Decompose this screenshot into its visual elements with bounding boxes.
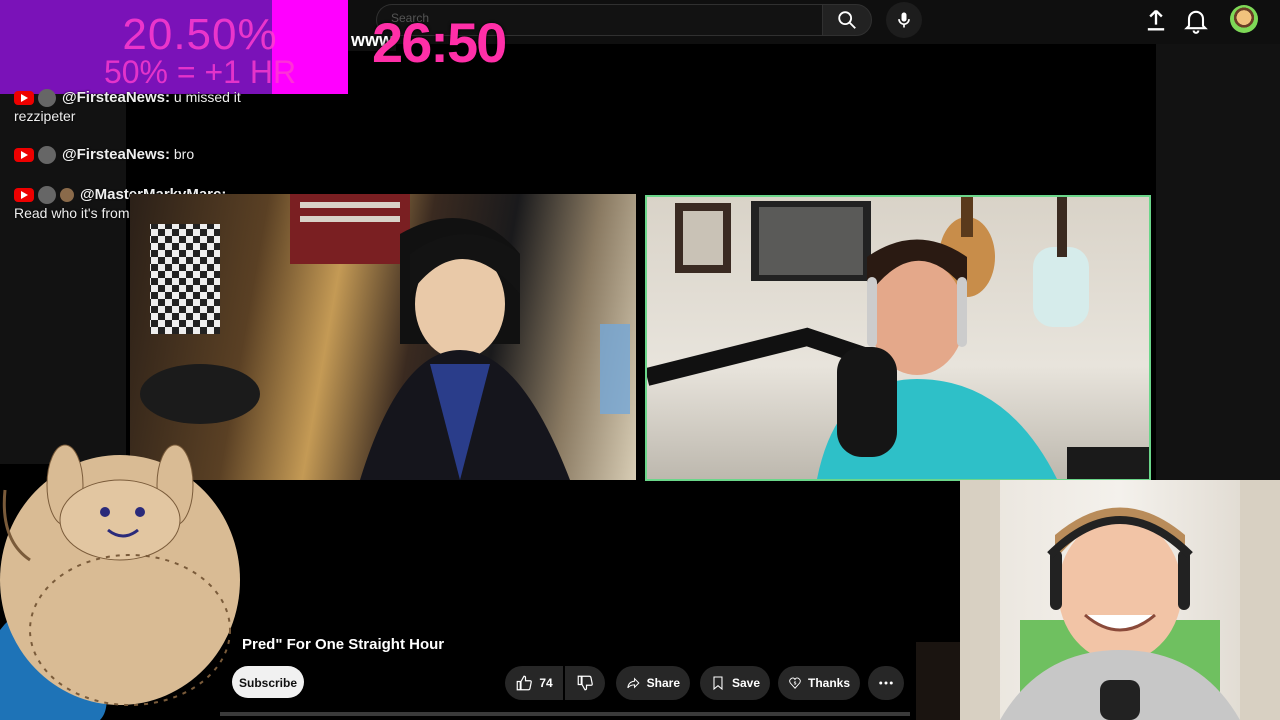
heart-dollar-icon: $ — [789, 677, 801, 689]
video-title: Pred" For One Straight Hour — [242, 636, 445, 653]
search-button[interactable] — [822, 4, 872, 36]
subscribe-button[interactable]: Subscribe — [232, 666, 304, 698]
chat-username: @FirsteaNews: — [62, 89, 170, 106]
youtube-badge-icon — [14, 188, 34, 203]
thumbs-up-icon — [516, 675, 533, 691]
save-button[interactable]: Save — [700, 666, 770, 700]
chat-badge-icon — [60, 188, 74, 203]
more-horizontal-icon — [879, 681, 893, 685]
like-count: 74 — [539, 676, 553, 690]
more-actions-button[interactable] — [868, 666, 904, 700]
voice-search-button[interactable] — [886, 2, 922, 38]
mascot-illustration — [0, 444, 240, 720]
share-arrow-icon — [627, 677, 640, 689]
host-video-tile-active-speaker — [645, 195, 1151, 481]
video-progress-bar[interactable] — [220, 712, 910, 716]
thanks-button[interactable]: $ Thanks — [778, 666, 860, 700]
right-side-panel — [1156, 44, 1280, 480]
chat-message: @FirsteaNews: bro — [14, 145, 274, 165]
goal-rule-text: 50% = +1 HR — [103, 54, 297, 90]
guest-video-tile — [130, 194, 636, 480]
streamer-webcam — [960, 480, 1280, 720]
chat-avatar — [38, 89, 56, 108]
youtube-badge-icon — [14, 148, 34, 163]
comment-avatar-peek — [916, 642, 960, 720]
bookmark-icon — [713, 676, 723, 691]
share-button[interactable]: Share — [616, 666, 690, 700]
account-avatar[interactable] — [1230, 5, 1258, 33]
mic-icon — [898, 12, 910, 28]
bell-icon[interactable] — [1182, 6, 1210, 34]
save-label: Save — [731, 676, 760, 690]
thanks-label: Thanks — [807, 676, 850, 690]
stream-timer: 26:50 — [372, 11, 507, 74]
host-scene-illustration — [647, 197, 1149, 479]
search-icon — [838, 11, 856, 29]
chat-avatar — [38, 146, 56, 165]
chat-text: Read who it's from — [14, 205, 130, 222]
chat-username: @FirsteaNews: — [62, 146, 170, 163]
upload-icon[interactable] — [1142, 6, 1170, 34]
streamer-scene-illustration — [960, 480, 1280, 720]
dislike-button[interactable] — [565, 666, 605, 700]
svg-text:$: $ — [794, 681, 797, 686]
chat-message: @FirsteaNews: u missed it rezzipeter — [14, 88, 274, 126]
share-label: Share — [646, 676, 680, 690]
goal-percent-value: 20.50% — [122, 10, 278, 59]
thumbs-down-icon — [577, 675, 593, 691]
chat-avatar — [38, 186, 56, 205]
chat-text: bro — [173, 146, 195, 162]
youtube-badge-icon — [14, 91, 34, 106]
like-button[interactable]: 74 — [505, 666, 563, 700]
guest-scene-illustration — [140, 194, 630, 480]
